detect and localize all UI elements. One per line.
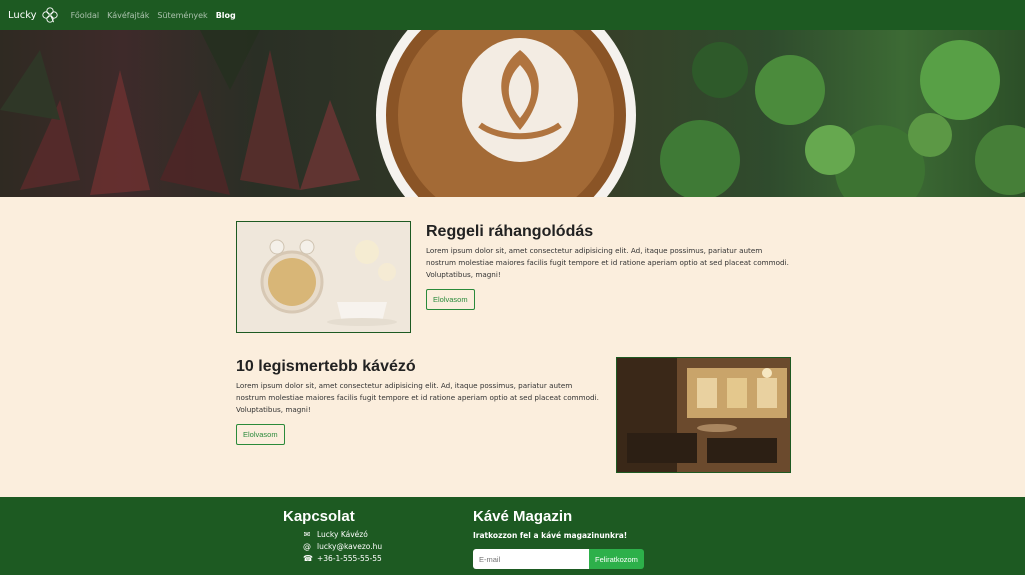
brand-name: Lucky xyxy=(8,9,37,21)
contact-title: Kapcsolat xyxy=(283,508,355,525)
contact-row-email: @ lucky@kavezo.hu xyxy=(303,542,382,551)
navbar: Lucky Főoldal Kávéfajták Sütemények Blog xyxy=(0,0,1025,30)
nav-link-kavefajtak[interactable]: Kávéfajták xyxy=(107,11,149,20)
article-1-body: Lorem ipsum dolor sit, amet consectetur … xyxy=(426,246,789,279)
clover-logo-icon xyxy=(41,7,58,23)
nav-link-blog[interactable]: Blog xyxy=(216,11,236,20)
article-1-title: Reggeli ráhangolódás xyxy=(426,223,594,240)
footer: Kapcsolat ✉ Lucky Kávézó @ lucky@kavezo.… xyxy=(0,497,1025,575)
contact-name: Lucky Kávézó xyxy=(317,530,368,539)
contact-email[interactable]: lucky@kavezo.hu xyxy=(317,542,382,551)
subscribe-button[interactable]: Feliratkozom xyxy=(589,549,644,569)
newsletter-email-input[interactable] xyxy=(473,549,589,569)
contact-phone[interactable]: +36-1-555-55-55 xyxy=(317,554,382,563)
hero-banner-image xyxy=(0,30,1025,197)
newsletter-title: Kávé Magazin xyxy=(473,508,573,525)
nav-link-sutemenyek[interactable]: Sütemények xyxy=(157,11,207,20)
contact-row-name: ✉ Lucky Kávézó xyxy=(303,530,368,539)
at-icon: @ xyxy=(303,542,311,551)
phone-icon: ☎ xyxy=(303,554,313,563)
nav-link-fooldal[interactable]: Főoldal xyxy=(71,11,100,20)
brand-link[interactable]: Lucky xyxy=(8,6,59,24)
article-1-read-button[interactable]: Elolvasom xyxy=(426,289,475,310)
contact-row-phone: ☎ +36-1-555-55-55 xyxy=(303,554,382,563)
article-2-title: 10 legismertebb kávézó xyxy=(236,358,416,375)
article-2-image[interactable] xyxy=(616,357,791,473)
article-1-image[interactable] xyxy=(236,221,411,333)
article-2-read-button[interactable]: Elolvasom xyxy=(236,424,285,445)
envelope-icon: ✉ xyxy=(303,530,311,539)
newsletter-text: Iratkozzon fel a kávé magazinunkra! xyxy=(473,531,628,540)
article-2-body: Lorem ipsum dolor sit, amet consectetur … xyxy=(236,381,599,414)
